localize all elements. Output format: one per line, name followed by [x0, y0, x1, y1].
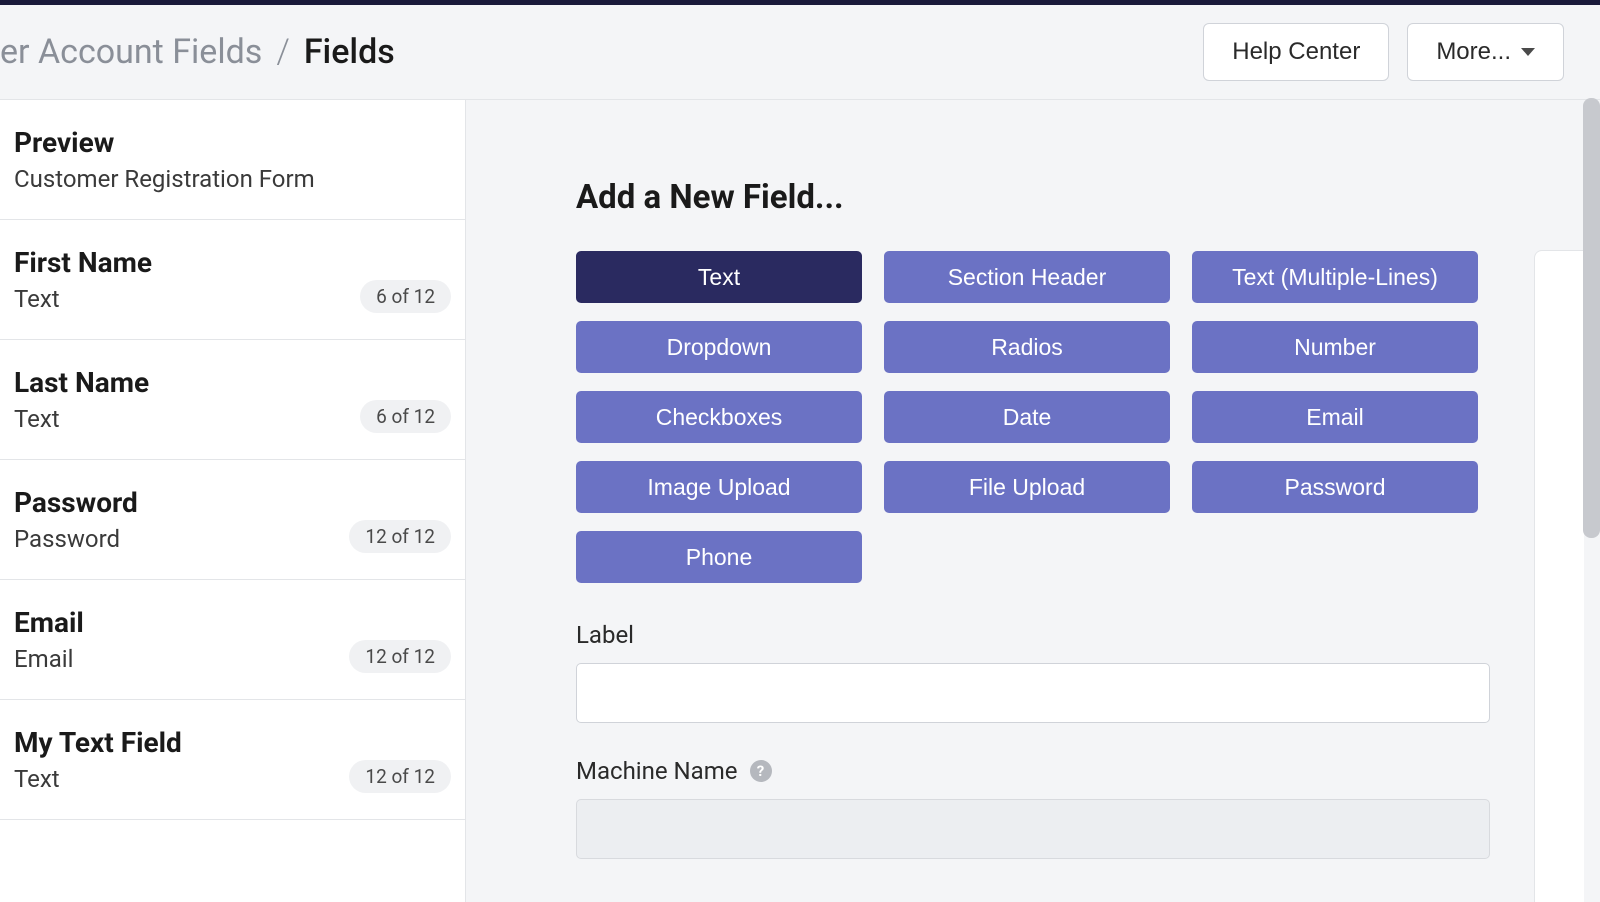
help-center-button[interactable]: Help Center — [1203, 23, 1389, 81]
field-title: Password — [14, 486, 138, 519]
field-type-file-upload[interactable]: File Upload — [884, 461, 1170, 513]
label-input[interactable] — [576, 663, 1490, 723]
panel-heading: Add a New Field... — [576, 178, 1490, 217]
field-type-number[interactable]: Number — [1192, 321, 1478, 373]
width-badge: 12 of 12 — [349, 760, 451, 793]
main-area: Add a New Field... Text Section Header T… — [466, 100, 1600, 902]
field-type-date[interactable]: Date — [884, 391, 1170, 443]
width-badge: 6 of 12 — [360, 280, 451, 313]
field-type-grid: Text Section Header Text (Multiple-Lines… — [576, 251, 1490, 583]
field-type-password[interactable]: Password — [1192, 461, 1478, 513]
field-type-email[interactable]: Email — [1192, 391, 1478, 443]
sidebar: Preview Customer Registration Form First… — [0, 100, 466, 902]
scrollbar-thumb[interactable] — [1583, 98, 1600, 538]
help-icon[interactable]: ? — [750, 760, 772, 782]
sidebar-preview-block[interactable]: Preview Customer Registration Form — [0, 100, 465, 220]
width-badge: 12 of 12 — [349, 640, 451, 673]
sidebar-field-item[interactable]: Password Password 12 of 12 — [0, 460, 465, 580]
field-title: Email — [14, 606, 84, 639]
preview-title: Preview — [14, 126, 451, 159]
breadcrumb: er Account Fields / Fields — [0, 32, 395, 72]
field-type: Text — [14, 765, 182, 793]
breadcrumb-current: Fields — [304, 32, 395, 72]
more-label: More... — [1436, 38, 1511, 66]
sidebar-field-item[interactable]: My Text Field Text 12 of 12 — [0, 700, 465, 820]
field-title: First Name — [14, 246, 152, 279]
field-type-dropdown[interactable]: Dropdown — [576, 321, 862, 373]
page-header: er Account Fields / Fields Help Center M… — [0, 5, 1600, 100]
label-field-label: Label — [576, 621, 1490, 649]
field-type: Text — [14, 285, 152, 313]
field-type-text[interactable]: Text — [576, 251, 862, 303]
field-type-radios[interactable]: Radios — [884, 321, 1170, 373]
field-type: Email — [14, 645, 84, 673]
field-type-phone[interactable]: Phone — [576, 531, 862, 583]
field-title: Last Name — [14, 366, 149, 399]
sidebar-field-item[interactable]: Last Name Text 6 of 12 — [0, 340, 465, 460]
machine-name-label-text: Machine Name — [576, 757, 738, 785]
field-type-section-header[interactable]: Section Header — [884, 251, 1170, 303]
page-edge — [1534, 250, 1584, 902]
machine-name-label: Machine Name ? — [576, 757, 1490, 785]
preview-subtitle: Customer Registration Form — [14, 165, 451, 193]
more-button[interactable]: More... — [1407, 23, 1564, 81]
header-actions: Help Center More... — [1203, 23, 1564, 81]
width-badge: 12 of 12 — [349, 520, 451, 553]
field-type-checkboxes[interactable]: Checkboxes — [576, 391, 862, 443]
add-field-panel: Add a New Field... Text Section Header T… — [516, 140, 1550, 899]
field-type: Password — [14, 525, 138, 553]
width-badge: 6 of 12 — [360, 400, 451, 433]
sidebar-field-item[interactable]: Email Email 12 of 12 — [0, 580, 465, 700]
field-type-text-multiline[interactable]: Text (Multiple-Lines) — [1192, 251, 1478, 303]
help-center-label: Help Center — [1232, 38, 1360, 66]
field-title: My Text Field — [14, 726, 182, 759]
chevron-down-icon — [1521, 48, 1535, 56]
content: Preview Customer Registration Form First… — [0, 100, 1600, 902]
field-type: Text — [14, 405, 149, 433]
machine-name-input — [576, 799, 1490, 859]
sidebar-field-item[interactable]: First Name Text 6 of 12 — [0, 220, 465, 340]
breadcrumb-parent[interactable]: er Account Fields — [0, 32, 262, 72]
field-type-image-upload[interactable]: Image Upload — [576, 461, 862, 513]
breadcrumb-separator: / — [276, 32, 290, 72]
